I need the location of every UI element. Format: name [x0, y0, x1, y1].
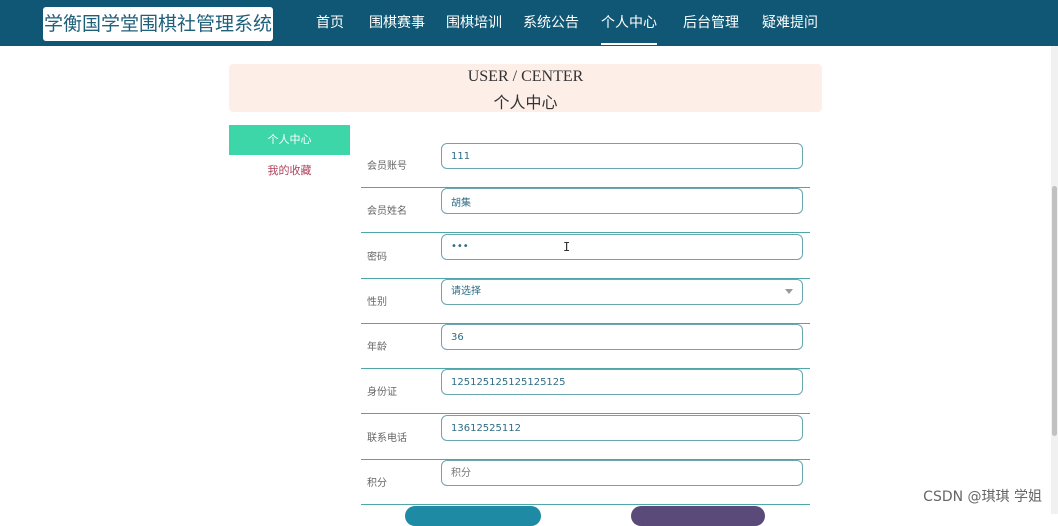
form-row-points: 积分 [361, 460, 810, 505]
age-label: 年龄 [367, 342, 387, 353]
age-input[interactable] [441, 324, 803, 350]
nav-item-user-center[interactable]: 个人中心 [601, 0, 657, 46]
password-label: 密码 [367, 252, 387, 263]
gender-label: 性别 [367, 297, 387, 308]
form-row-account: 会员账号 [361, 143, 810, 188]
points-input[interactable] [441, 460, 803, 486]
gender-select-value: 请选择 [451, 286, 481, 297]
nav-item-home[interactable]: 首页 [316, 0, 344, 46]
form-row-gender: 性别 请选择 [361, 279, 810, 324]
gender-select[interactable]: 请选择 [441, 279, 803, 305]
nav-item-admin[interactable]: 后台管理 [683, 0, 739, 46]
sidebar-item-favorites[interactable]: 我的收藏 [229, 161, 350, 181]
nav-item-announcements[interactable]: 系统公告 [523, 0, 579, 46]
nav-item-questions[interactable]: 疑难提问 [762, 0, 818, 46]
scrollbar-thumb[interactable] [1052, 186, 1057, 436]
chevron-down-icon [785, 289, 793, 294]
name-input[interactable] [441, 188, 803, 214]
form-row-phone: 联系电话 [361, 415, 810, 460]
form-row-name: 会员姓名 [361, 188, 810, 233]
banner-title-en: USER / CENTER [467, 68, 584, 85]
sidebar-item-user-center[interactable]: 个人中心 [229, 125, 350, 155]
account-input[interactable] [441, 143, 803, 169]
nav-item-go-training[interactable]: 围棋培训 [446, 0, 502, 46]
app-title[interactable]: 学衡国学堂围棋社管理系统 [43, 7, 273, 41]
form-row-password: 密码 ••• [361, 234, 810, 279]
watermark: CSDN @琪琪 学姐 [923, 489, 1042, 505]
id-card-label: 身份证 [367, 387, 397, 398]
name-label: 会员姓名 [367, 206, 407, 217]
nav-item-go-events[interactable]: 围棋赛事 [369, 0, 425, 46]
top-navbar: 学衡国学堂围棋社管理系统 首页 围棋赛事 围棋培训 系统公告 个人中心 后台管理… [0, 0, 1058, 46]
page-banner: USER / CENTER 个人中心 [229, 64, 822, 112]
points-label: 积分 [367, 478, 387, 489]
banner-title-cn: 个人中心 [493, 93, 558, 112]
logout-button[interactable] [631, 506, 765, 526]
text-cursor-icon: I [563, 240, 571, 254]
form-row-id-card: 身份证 [361, 369, 810, 414]
phone-input[interactable] [441, 415, 803, 441]
password-input[interactable]: ••• [441, 234, 803, 260]
form-row-age: 年龄 [361, 324, 810, 369]
phone-label: 联系电话 [367, 433, 407, 444]
account-label: 会员账号 [367, 161, 407, 172]
page-scrollbar[interactable] [1051, 46, 1058, 514]
update-button[interactable] [405, 506, 541, 526]
id-card-input[interactable] [441, 369, 803, 395]
